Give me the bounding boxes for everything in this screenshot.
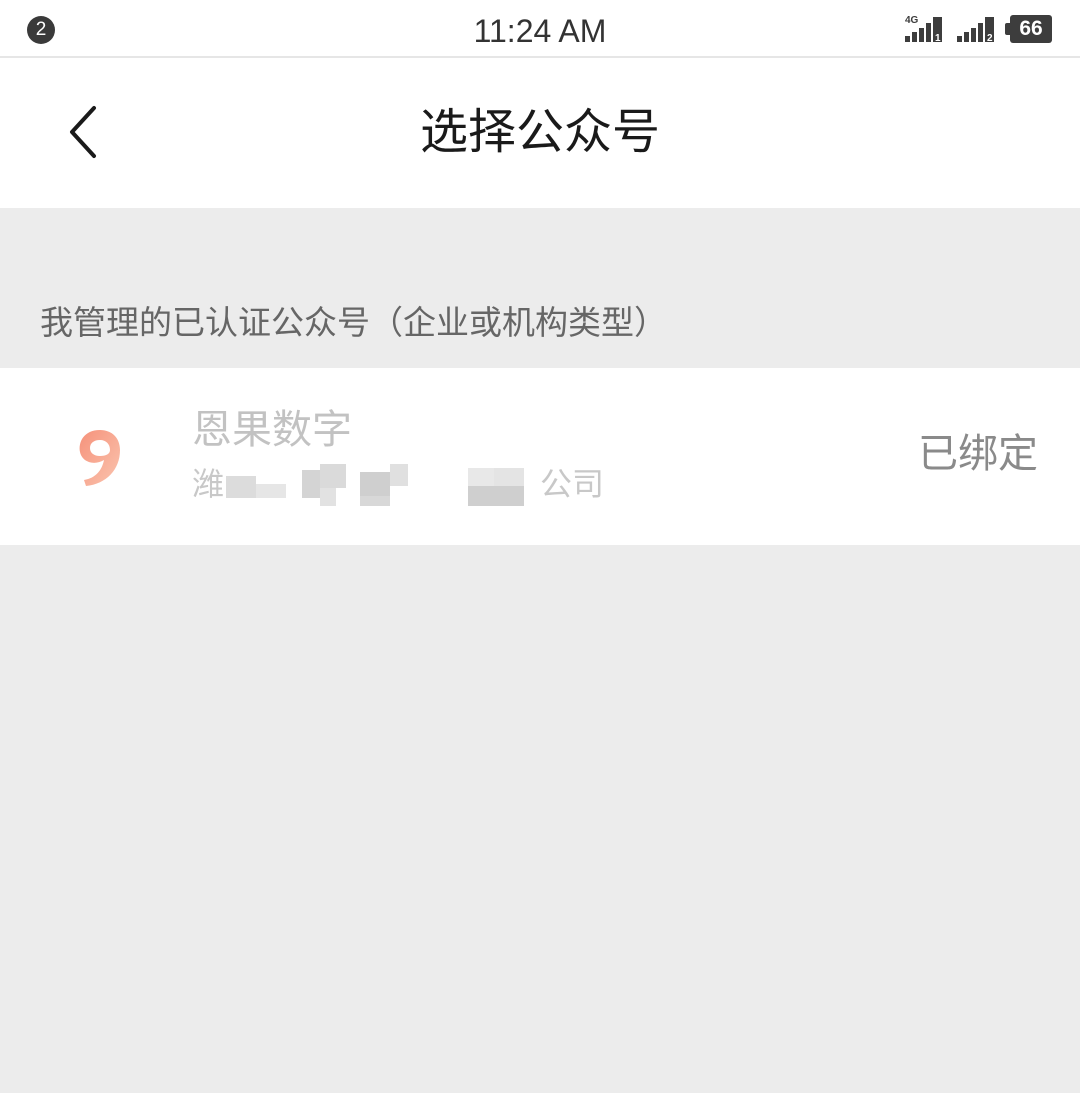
company-name-suffix: 公司 xyxy=(540,465,605,503)
status-bar: 2 11:24 AM 4G 1 2 66 xyxy=(0,0,1080,58)
account-list-item[interactable]: 恩果数字 潍 公司 已绑定 xyxy=(0,368,1080,545)
section-header: 我管理的已认证公众号（企业或机构类型） xyxy=(0,208,1080,368)
nav-bar: 选择公众号 xyxy=(0,58,1080,208)
battery-icon: 66 xyxy=(1005,15,1052,43)
account-name: 恩果数字 xyxy=(192,407,352,453)
signal-sim1-icon: 4G 1 xyxy=(905,15,942,44)
section-title: 我管理的已认证公众号（企业或机构类型） xyxy=(40,303,667,342)
company-name-prefix: 潍 xyxy=(192,465,225,503)
page-title: 选择公众号 xyxy=(419,104,660,160)
bind-status-label: 已绑定 xyxy=(918,431,1038,477)
company-name: 潍 公司 xyxy=(192,462,632,506)
account-logo-icon xyxy=(79,430,120,486)
network-type-label: 4G xyxy=(905,15,919,26)
sim2-label: 2 xyxy=(987,33,993,44)
battery-level: 66 xyxy=(1019,17,1043,40)
signal-sim2-icon: 2 xyxy=(957,17,994,44)
sim1-label: 1 xyxy=(935,33,941,44)
